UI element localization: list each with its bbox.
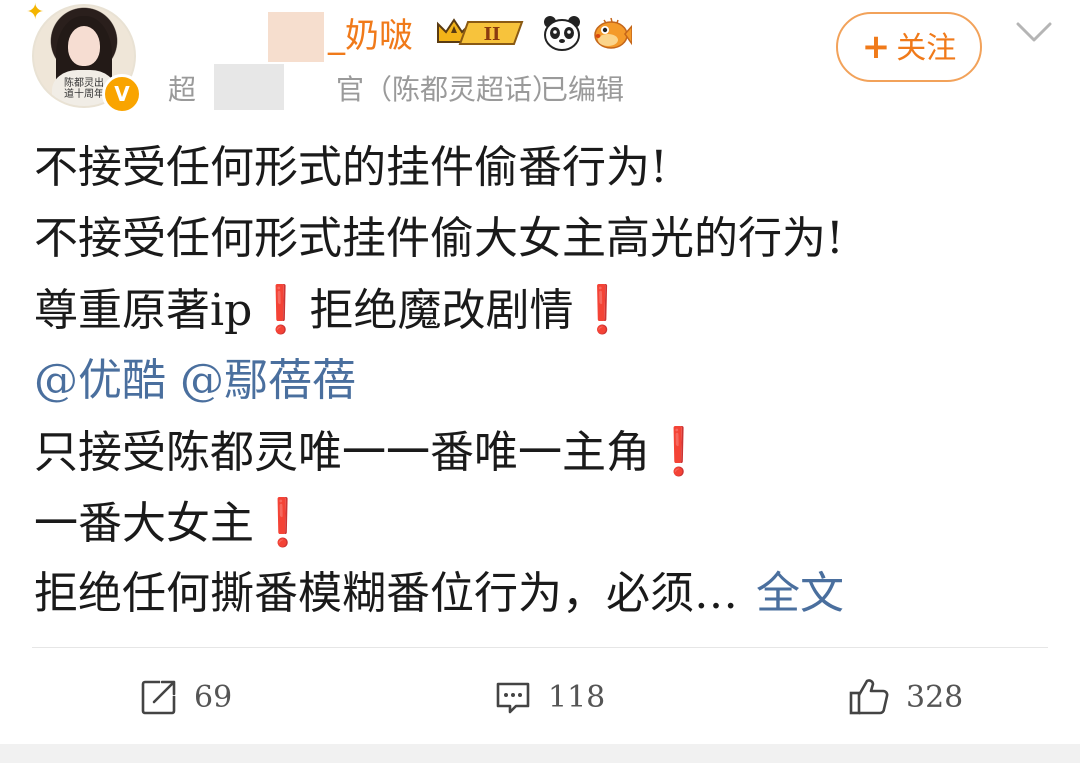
post-line: 不接受任何形式的挂件偷番行为! — [34, 142, 668, 193]
exclamation-icon: ❗ — [252, 282, 310, 336]
follow-button-label: 关注 — [896, 31, 957, 66]
edited-label: 已编辑 — [540, 73, 625, 106]
like-count: 328 — [906, 679, 964, 715]
avatar[interactable]: 陈都灵出道十周年 ✦ V — [26, 0, 142, 114]
chevron-down-icon[interactable] — [1012, 14, 1056, 48]
source-prefix: 超 — [168, 73, 197, 106]
comment-bubble-icon — [496, 682, 530, 714]
mention-user-link[interactable]: @鄢蓓蓓 — [180, 355, 356, 406]
post-line: @优酷 @鄢蓓蓓 — [34, 345, 1044, 416]
panda-icon — [544, 16, 580, 51]
comment-button[interactable]: 118 — [494, 672, 605, 722]
post-line-text: 拒绝魔改剧情 — [309, 285, 574, 336]
verified-badge-icon: V — [102, 74, 142, 114]
post-line: 只接受陈都灵唯一一番唯一主角❗ — [34, 416, 1044, 487]
weibo-post: 陈都灵出道十周年 ✦ V _奶啵 II 超 官（陈都灵超话） 已编辑 + 关注 … — [0, 0, 1080, 763]
comment-count: 118 — [548, 679, 606, 715]
share-arrow-icon — [141, 680, 176, 715]
post-line-text: 拒绝任何撕番模糊番位行为，必须… — [34, 568, 738, 619]
pufferfish-icon — [594, 17, 632, 49]
mention-youku-link[interactable]: @优酷 — [34, 355, 166, 406]
post-line: 一番大女主❗ — [34, 487, 1044, 558]
post-line-text: 只接受陈都灵唯一一番唯一主角 — [34, 427, 650, 478]
repost-count: 69 — [194, 679, 233, 715]
exclamation-icon: ❗ — [573, 282, 631, 336]
username[interactable]: _奶啵 — [328, 12, 413, 60]
repost-button[interactable]: 69 — [140, 672, 232, 722]
follow-button[interactable]: + 关注 — [836, 12, 982, 82]
username-redaction — [268, 12, 324, 62]
post-line: 拒绝任何撕番模糊番位行为，必须… 全文 — [34, 558, 1044, 629]
full-text-link[interactable]: 全文 — [756, 568, 844, 619]
post-line: 尊重原著ip❗拒绝魔改剧情❗ — [34, 274, 1044, 345]
bottom-separator — [0, 744, 1080, 763]
plus-icon: + — [861, 27, 891, 67]
exclamation-icon: ❗ — [650, 424, 708, 478]
post-line-text: 尊重原著ip — [34, 285, 253, 336]
post-line: 不接受任何形式挂件偷大女主高光的行为! — [34, 213, 844, 264]
divider — [32, 647, 1048, 648]
post-text: 不接受任何形式的挂件偷番行为! 不接受任何形式挂件偷大女主高光的行为! 尊重原著… — [34, 132, 1044, 629]
vip-badge-label: II — [484, 24, 501, 45]
source-redaction — [214, 64, 284, 110]
source-suffix: 官（陈都灵超话） — [336, 73, 561, 106]
thumbs-up-icon — [849, 679, 889, 715]
like-button[interactable]: 328 — [848, 672, 963, 722]
crown-icon: ✦ — [26, 0, 45, 25]
avatar-face — [68, 26, 100, 66]
crown-badge-icon[interactable]: II — [434, 16, 530, 50]
exclamation-icon: ❗ — [254, 495, 312, 549]
post-line-text: 一番大女主 — [34, 498, 254, 549]
avatar-caption: 陈都灵出道十周年 — [64, 78, 104, 100]
